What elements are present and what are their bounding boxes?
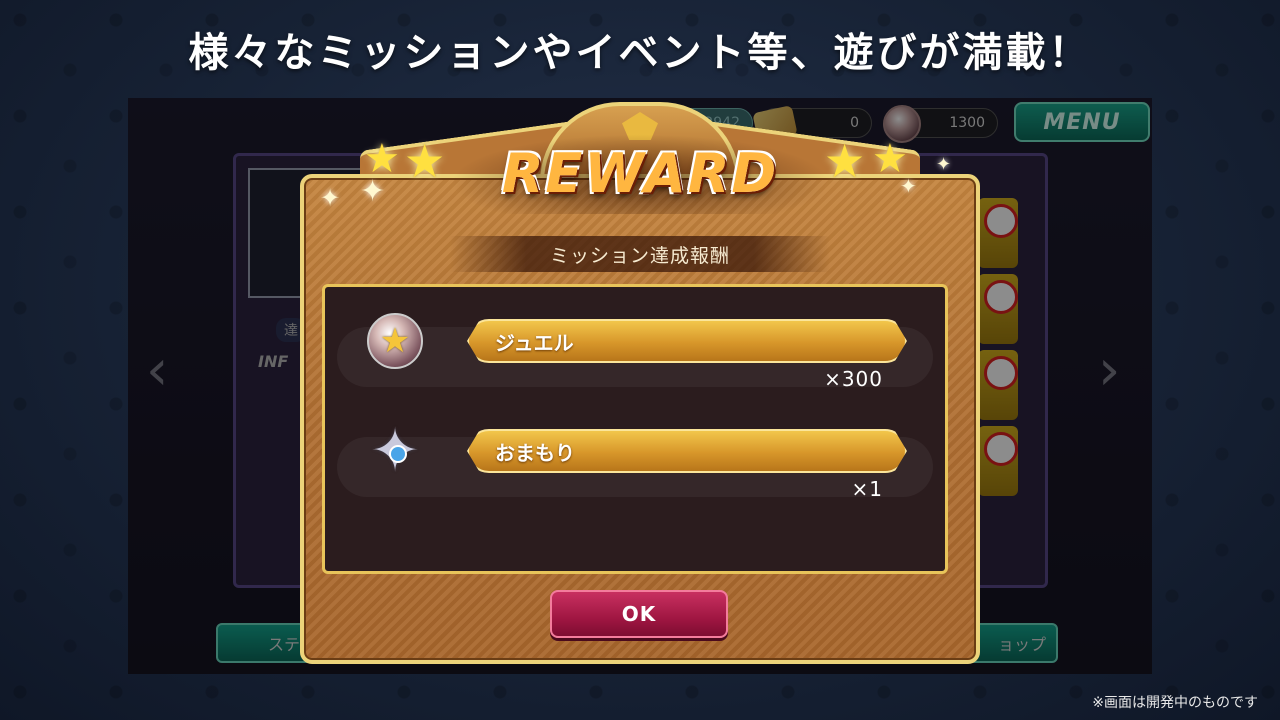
development-note: ※画面は開発中のものです <box>1092 695 1258 711</box>
reward-name: おまもり <box>495 440 575 465</box>
reward-name-plate: ジュエル <box>467 319 907 363</box>
reward-subtitle: ミッション達成報酬 <box>450 236 830 272</box>
reward-quantity: ×1 <box>851 477 883 501</box>
reward-name-plate: おまもり <box>467 429 907 473</box>
game-screen: INF 達 2942 0 1300 MENU ステ ョップ ‹ › REWARD… <box>128 98 1152 674</box>
sparkle-icon: ✦ <box>936 154 952 175</box>
reward-item: ✦ おまもり ×1 <box>337 415 933 515</box>
sparkle-icon: ✦ <box>360 174 386 209</box>
sparkle-icon: ✦ <box>320 184 341 212</box>
reward-quantity: ×300 <box>824 367 883 391</box>
ok-button[interactable]: OK <box>550 590 728 638</box>
jewel-icon <box>367 313 423 369</box>
reward-name: ジュエル <box>495 330 574 355</box>
reward-list: ジュエル ×300 ✦ おまもり ×1 <box>322 284 948 574</box>
promo-banner-text: 様々なミッションやイベント等、遊びが満載！ <box>188 30 1092 76</box>
reward-subtitle-text: ミッション達成報酬 <box>549 244 730 267</box>
star-icon: ★ <box>404 134 446 188</box>
reward-title: REWARD <box>501 141 779 205</box>
reward-dialog: REWARD ★ ★ ★ ★ ✦ ✦ ✦ ✦ ミッション達成報酬 ジュエル ×3… <box>300 102 980 664</box>
charm-icon: ✦ <box>367 421 423 481</box>
reward-item: ジュエル ×300 <box>337 305 933 405</box>
star-icon: ★ <box>824 134 866 188</box>
sparkle-icon: ✦ <box>900 174 917 198</box>
promo-banner: 様々なミッションやイベント等、遊びが満載！ <box>0 0 1280 98</box>
